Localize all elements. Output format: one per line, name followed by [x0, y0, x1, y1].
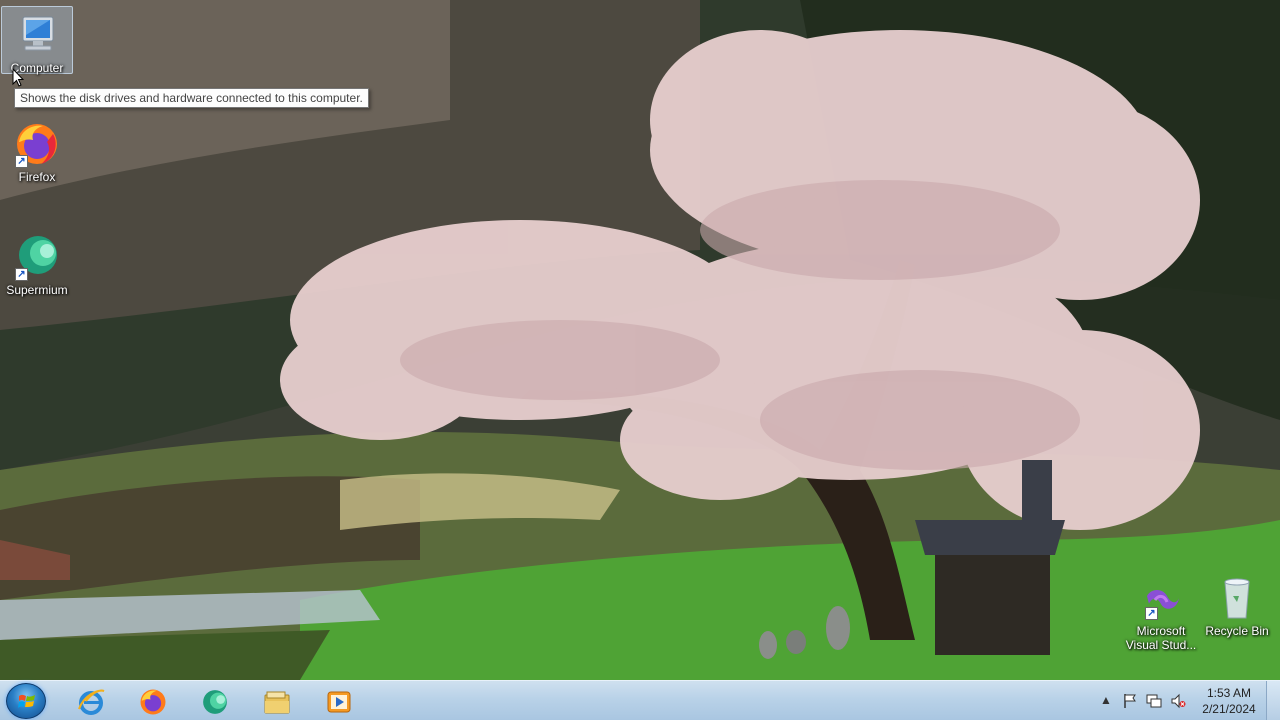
clock-time: 1:53 AM — [1206, 686, 1252, 700]
shortcut-arrow-icon: ↗ — [15, 268, 28, 281]
taskbar-firefox[interactable] — [124, 683, 180, 719]
media-player-icon — [327, 691, 351, 713]
start-button[interactable] — [6, 683, 46, 719]
computer-icon — [13, 11, 61, 59]
taskbar-supermium[interactable] — [186, 683, 242, 719]
desktop-icon-recycle-bin[interactable]: Recycle Bin — [1201, 570, 1273, 638]
show-desktop-button[interactable] — [1266, 681, 1280, 720]
desktop-icon-computer[interactable]: Computer — [1, 6, 73, 75]
firefox-icon: ↗ — [13, 120, 61, 168]
clock-date: 2/21/2024 — [1202, 702, 1256, 716]
desktop-icon-visual-studio[interactable]: ↗ Microsoft Visual Stud... — [1125, 578, 1197, 652]
taskbar-clock[interactable]: 1:53 AM 2/21/2024 — [1196, 685, 1262, 717]
taskbar-file-explorer[interactable] — [248, 683, 304, 719]
network-icon[interactable] — [1146, 693, 1162, 709]
desktop-icon-supermium[interactable]: ↗ Supermium — [1, 229, 73, 297]
recycle-bin-icon — [1213, 574, 1261, 622]
desktop-icon-firefox[interactable]: ↗ Firefox — [1, 116, 73, 184]
mouse-cursor-icon — [12, 68, 24, 87]
windows-logo-icon — [18, 694, 35, 708]
visual-studio-icon: ↗ — [1141, 582, 1181, 622]
volume-muted-icon[interactable] — [1170, 693, 1186, 709]
taskbar: ▲ 1:53 AM 2/21/2024 — [0, 680, 1280, 720]
tooltip: Shows the disk drives and hardware conne… — [14, 88, 369, 108]
shortcut-arrow-icon: ↗ — [15, 155, 28, 168]
supermium-icon — [203, 690, 227, 714]
taskbar-internet-explorer[interactable] — [62, 683, 118, 719]
file-explorer-icon — [264, 691, 290, 714]
desktop-icon-label: Firefox — [18, 170, 56, 184]
desktop-icon-label: Supermium — [6, 283, 68, 297]
internet-explorer-icon — [78, 689, 105, 715]
desktop-icon-label: Microsoft Visual Stud... — [1125, 624, 1197, 652]
firefox-icon — [140, 689, 166, 715]
action-center-flag-icon[interactable] — [1122, 693, 1138, 709]
show-hidden-icons-icon[interactable]: ▲ — [1098, 693, 1114, 709]
shortcut-arrow-icon: ↗ — [1145, 607, 1158, 620]
taskbar-media-player[interactable] — [310, 683, 366, 719]
supermium-icon: ↗ — [13, 233, 61, 281]
desktop-icon-label: Recycle Bin — [1205, 624, 1269, 638]
